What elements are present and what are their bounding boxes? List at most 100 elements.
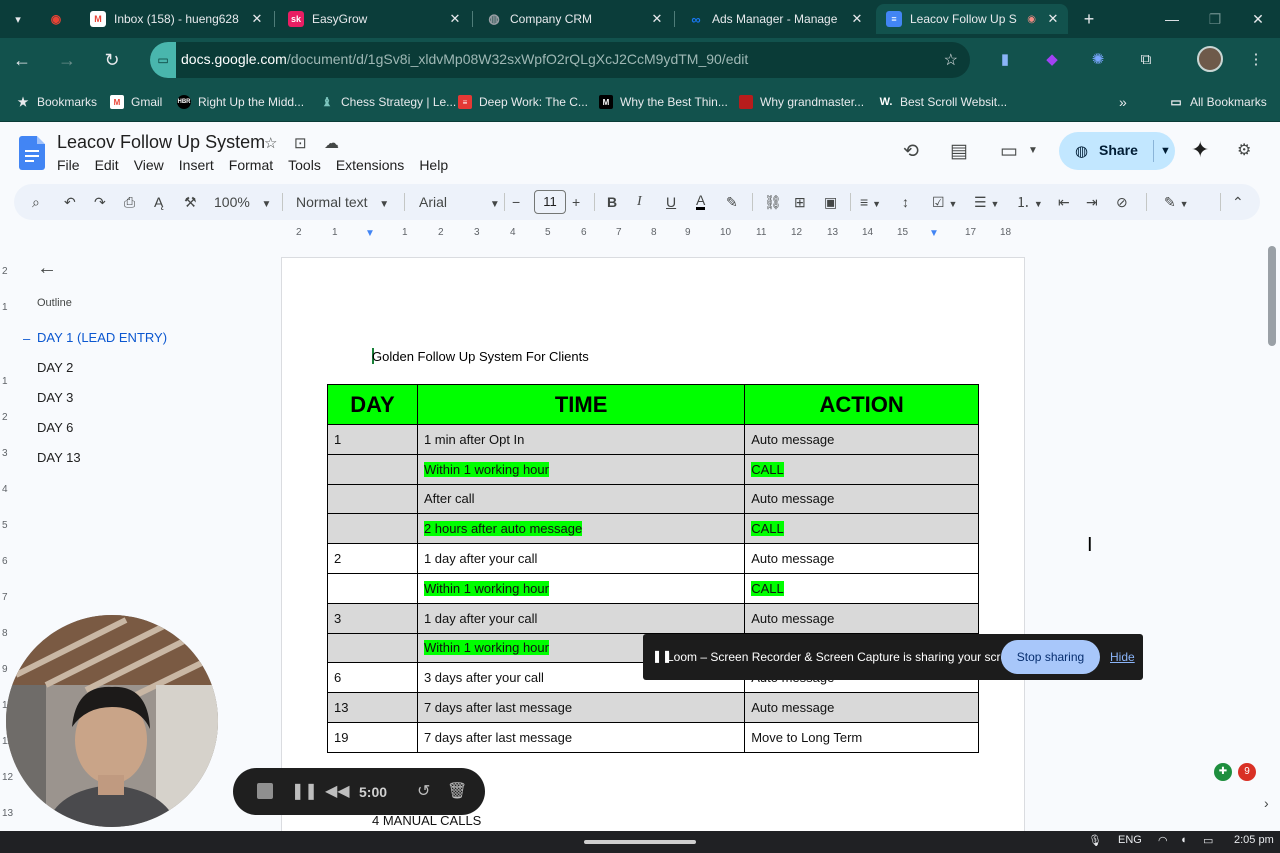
table-row[interactable]: 13 7 days after last message Auto message [327, 692, 979, 723]
volume-icon[interactable]: ◖ [1180, 834, 1187, 846]
outline-item-day-2[interactable]: DAY 2 [37, 360, 73, 375]
meet-dropdown-icon[interactable]: ▼ [1028, 145, 1038, 156]
table-row[interactable]: 2 hours after auto message CALL [327, 513, 979, 545]
checklist-icon[interactable]: ☑ ▼ [932, 192, 957, 212]
tab-easygrow[interactable]: sk EasyGrow ✕ [278, 4, 470, 34]
time-cell[interactable]: 7 days after last message [416, 692, 746, 723]
outline-item-day-6[interactable]: DAY 6 [37, 420, 73, 435]
extension-gear-icon[interactable]: ✺ [1088, 50, 1108, 70]
table-row[interactable]: Within 1 working hour CALL [327, 572, 979, 604]
bookmark-chess[interactable]: ♝ Chess Strategy | Le... [320, 94, 457, 110]
action-cell[interactable]: Auto message [744, 602, 979, 634]
add-comment-icon[interactable]: ⊞ [794, 192, 806, 212]
day-cell[interactable]: 6 [327, 662, 418, 694]
document-title[interactable]: Leacov Follow Up System [57, 132, 265, 153]
tab-close-icon[interactable]: ✕ [648, 11, 666, 27]
redo-icon[interactable]: ↷ [94, 192, 106, 212]
extension-docs-icon[interactable]: ▮ [995, 50, 1015, 70]
tab-gmail[interactable]: M Inbox (158) - hueng628 ✕ [80, 4, 272, 34]
bookmark-star-icon[interactable]: ☆ [944, 50, 958, 70]
menu-format[interactable]: Format [229, 157, 273, 173]
action-cell[interactable]: Move to Long Term [744, 721, 979, 753]
day-cell[interactable] [327, 453, 418, 485]
insert-image-icon[interactable]: ▣ [824, 192, 837, 212]
taskbar-handle[interactable] [584, 840, 696, 844]
time-cell[interactable]: 1 day after your call [416, 543, 746, 574]
bookmark-hbr[interactable]: HBR Right Up the Midd... [177, 94, 304, 110]
bookmark-medium[interactable]: M Why the Best Thin... [599, 94, 728, 110]
day-cell[interactable] [327, 632, 418, 664]
insert-link-icon[interactable]: ⛓ [764, 192, 782, 212]
action-cell[interactable]: Auto message [744, 543, 979, 574]
table-header-day[interactable]: DAY [327, 384, 418, 425]
bookmark-bookmarks[interactable]: ★ Bookmarks [16, 94, 97, 110]
docs-logo-icon[interactable] [19, 136, 45, 170]
underline-icon[interactable]: U [666, 192, 676, 212]
time-cell[interactable]: 1 min after Opt In [416, 424, 746, 455]
line-spacing-icon[interactable]: ↕ [902, 192, 909, 212]
document-scrollbar[interactable] [1268, 246, 1276, 346]
table-header-action[interactable]: ACTION [744, 384, 979, 425]
action-cell[interactable]: CALL [744, 572, 979, 604]
tab-company-crm[interactable]: ◍ Company CRM ✕ [476, 4, 672, 34]
hide-sharing-bar-link[interactable]: Hide [1110, 650, 1135, 664]
stop-sharing-button[interactable]: Stop sharing [1001, 640, 1100, 674]
account-settings-icon[interactable]: ⚙ [1237, 140, 1251, 160]
rewind-icon[interactable]: ◀◀ [325, 782, 350, 802]
clear-formatting-icon[interactable]: ⊘ [1116, 192, 1128, 212]
zoom-select[interactable]: 100% ▼ [214, 192, 271, 212]
url-omnibox[interactable]: ▭ docs.google.com/document/d/1gSv8i_xldv… [150, 42, 970, 78]
table-row[interactable]: 1 1 min after Opt In Auto message [327, 424, 979, 455]
language-indicator[interactable]: ENG [1118, 834, 1142, 846]
all-bookmarks-folder[interactable]: ▭ All Bookmarks [1169, 94, 1266, 110]
outline-item-day-1[interactable]: DAY 1 (LEAD ENTRY) [37, 330, 167, 345]
tab-close-icon[interactable]: ✕ [248, 11, 266, 27]
table-row[interactable]: 2 1 day after your call Auto message [327, 543, 979, 574]
gemini-sparkle-icon[interactable]: ✦ [1191, 137, 1209, 163]
menu-edit[interactable]: Edit [95, 157, 119, 173]
day-cell[interactable]: 3 [327, 602, 418, 634]
grammar-helper-icon[interactable]: ✚ [1214, 763, 1232, 781]
day-cell[interactable] [327, 572, 418, 604]
right-indent-marker-icon[interactable]: ▼ [929, 228, 939, 239]
time-cell[interactable]: After call [416, 483, 746, 515]
editing-mode-icon[interactable]: ✎ ▼ [1164, 192, 1189, 212]
delete-recording-icon[interactable]: 🗑 [447, 782, 467, 802]
menu-extensions[interactable]: Extensions [336, 157, 404, 173]
tab-close-icon[interactable]: ✕ [848, 11, 866, 27]
table-row[interactable]: 19 7 days after last message Move to Long … [327, 721, 979, 753]
tab-leacov-doc[interactable]: ≡ Leacov Follow Up S ◉ ✕ [876, 4, 1068, 34]
browser-menu-icon[interactable]: ⋮ [1246, 50, 1266, 70]
action-cell[interactable]: CALL [744, 453, 979, 485]
horizontal-ruler[interactable]: 2 1 ▼ 1 2 3 4 5 6 7 8 9 10 11 12 13 14 1… [281, 226, 1025, 244]
profile-avatar[interactable] [1197, 46, 1223, 72]
decrease-indent-icon[interactable]: ⇤ [1058, 192, 1070, 212]
increase-indent-icon[interactable]: ⇥ [1086, 192, 1098, 212]
comments-icon[interactable]: ▤ [950, 140, 968, 163]
tab-close-icon[interactable]: ✕ [1044, 11, 1062, 27]
italic-icon[interactable]: I [637, 192, 642, 212]
more-bookmarks-chevron[interactable]: » [1119, 94, 1127, 110]
decrease-font-size-icon[interactable]: − [512, 192, 520, 212]
url-text[interactable]: docs.google.com/document/d/1gSv8i_xldvMp… [181, 51, 748, 67]
bold-icon[interactable]: B [607, 192, 617, 212]
paragraph-style-select[interactable]: Normal text ▼ [296, 192, 389, 212]
align-icon[interactable]: ≡ ▼ [860, 192, 881, 212]
version-history-icon[interactable]: ⟲ [903, 140, 919, 163]
numbered-list-icon[interactable]: ⒈ ▼ [1016, 192, 1043, 212]
table-header-time[interactable]: TIME [416, 384, 746, 425]
tab-close-icon[interactable]: ✕ [446, 11, 464, 27]
bookmark-deep-work[interactable]: ≡ Deep Work: The C... [458, 94, 588, 110]
microphone-icon[interactable]: 🎙 [1088, 834, 1102, 847]
menu-tools[interactable]: Tools [288, 157, 321, 173]
forward-arrow-icon[interactable]: → [55, 48, 79, 72]
text-color-icon[interactable]: A [696, 192, 706, 210]
menu-file[interactable]: File [57, 157, 80, 173]
manual-calls-text[interactable]: 4 MANUAL CALLS [372, 813, 481, 828]
day-cell[interactable] [327, 513, 418, 545]
notification-badge-icon[interactable]: 9 [1238, 763, 1256, 781]
loom-webcam-bubble[interactable] [6, 615, 218, 827]
outline-item-day-13[interactable]: DAY 13 [37, 450, 81, 465]
tab-recording[interactable]: ◉ [38, 4, 78, 34]
action-cell[interactable]: CALL [744, 513, 979, 545]
